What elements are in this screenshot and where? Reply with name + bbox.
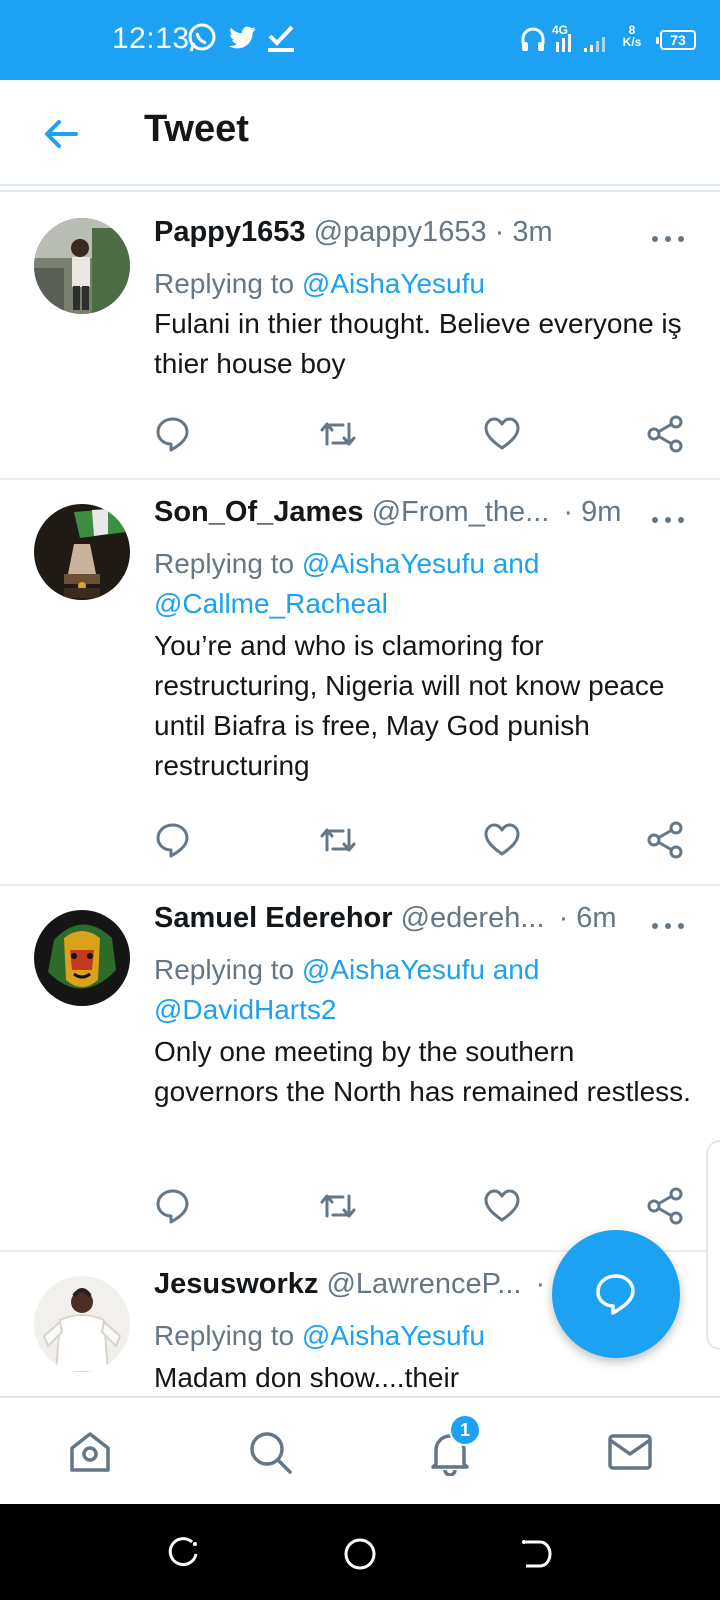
system-navigation-bar: [0, 1504, 720, 1600]
scroll-handle[interactable]: [706, 1140, 720, 1350]
replying-to: Replying to @AishaYesufu and @DavidHarts…: [154, 950, 539, 1030]
avatar[interactable]: [34, 1276, 130, 1372]
retweet-icon[interactable]: [318, 414, 358, 454]
reply-tweet[interactable]: Pappy1653 @pappy1653 · 3m Replying to @A…: [0, 192, 720, 480]
home-button-icon[interactable]: [342, 1536, 378, 1572]
retweet-icon[interactable]: [318, 1186, 358, 1226]
replying-label: Replying to: [154, 268, 302, 299]
tweet-header: Pappy1653 @pappy1653 · 3m: [154, 216, 553, 249]
speed-readout: 8 K/s: [620, 24, 644, 48]
display-name[interactable]: Pappy1653: [154, 216, 306, 248]
battery-icon: 73: [656, 30, 696, 50]
tweet-actions: [0, 1186, 720, 1226]
avatar[interactable]: [34, 910, 130, 1006]
tweet-text: Only one meeting by the southern governo…: [154, 1036, 691, 1107]
tweet-header: Jesusworkz @LawrenceP... · 2: [154, 1268, 569, 1301]
mention-link[interactable]: @DavidHarts2: [154, 994, 336, 1025]
recent-apps-icon[interactable]: [166, 1536, 202, 1572]
signal-icon: [554, 34, 614, 57]
timestamp: · 9m: [563, 496, 622, 528]
display-name[interactable]: Samuel Ederehor: [154, 902, 393, 934]
replying-label: Replying to: [154, 954, 302, 985]
like-icon[interactable]: [482, 1186, 522, 1226]
mention-link[interactable]: @AishaYesufu and: [302, 954, 540, 985]
replying-label: Replying to: [154, 1320, 302, 1351]
avatar[interactable]: [34, 504, 130, 600]
mention-link[interactable]: @AishaYesufu: [302, 268, 485, 299]
share-icon[interactable]: [646, 820, 686, 860]
messages-icon[interactable]: [606, 1428, 654, 1476]
timestamp: · 3m: [494, 216, 553, 248]
more-options-icon[interactable]: [650, 510, 686, 530]
back-button-icon[interactable]: [518, 1536, 554, 1572]
twitter-icon: [226, 22, 258, 59]
username[interactable]: @pappy1653: [314, 216, 487, 248]
tweet-actions: [0, 414, 720, 454]
reply-icon[interactable]: [153, 820, 193, 860]
share-icon[interactable]: [646, 1186, 686, 1226]
tweet-header: Son_Of_James @From_the... · 9m: [154, 496, 621, 529]
retweet-icon[interactable]: [318, 820, 358, 860]
avatar[interactable]: [34, 218, 130, 314]
username[interactable]: @LawrenceP...: [326, 1268, 521, 1300]
check-icon: [266, 22, 296, 59]
like-icon[interactable]: [482, 414, 522, 454]
whatsapp-icon: [186, 22, 218, 59]
page-title: Tweet: [144, 108, 249, 150]
share-icon[interactable]: [646, 414, 686, 454]
reply-icon[interactable]: [153, 414, 193, 454]
notification-badge: 1: [449, 1414, 481, 1446]
reply-fab-button[interactable]: [552, 1230, 680, 1358]
reply-tweet[interactable]: Son_Of_James @From_the... · 9m Replying …: [0, 480, 720, 886]
tweet-text: Fulani in thier thought. Believe everyon…: [154, 308, 682, 379]
tweet-text: You’re and who is clamoring for restruct…: [154, 630, 665, 781]
home-icon[interactable]: [66, 1428, 114, 1476]
replying-to: Replying to @AishaYesufu: [154, 264, 485, 304]
replying-to: Replying to @AishaYesufu and @Callme_Rac…: [154, 544, 539, 624]
top-bar: Tweet: [0, 80, 720, 186]
tweet-header: Samuel Ederehor @edereh... · 6m: [154, 902, 617, 935]
username[interactable]: @edereh...: [401, 902, 545, 934]
status-time: 12:13: [112, 22, 190, 55]
mention-link[interactable]: @AishaYesufu: [302, 1320, 485, 1351]
search-icon[interactable]: [246, 1428, 294, 1476]
tweet-text: Madam don show....their: [154, 1362, 460, 1393]
more-options-icon[interactable]: [650, 916, 686, 936]
headset-icon: [520, 26, 546, 59]
tweet-actions: [0, 820, 720, 860]
like-icon[interactable]: [482, 820, 522, 860]
reply-icon: [596, 1274, 635, 1315]
timestamp: · 6m: [558, 902, 617, 934]
display-name[interactable]: Son_Of_James: [154, 496, 364, 528]
reply-icon[interactable]: [153, 1186, 193, 1226]
status-bar: 12:13 4G 8 K/s 73: [0, 0, 720, 80]
more-options-icon[interactable]: [650, 229, 686, 249]
username[interactable]: @From_the...: [372, 496, 550, 528]
speed-unit: K/s: [622, 35, 642, 49]
replying-label: Replying to: [154, 548, 302, 579]
reply-tweet[interactable]: Samuel Ederehor @edereh... · 6m Replying…: [0, 886, 720, 1252]
mention-link[interactable]: @Callme_Racheal: [154, 588, 388, 619]
mention-link[interactable]: @AishaYesufu and: [302, 548, 540, 579]
replying-to: Replying to @AishaYesufu: [154, 1316, 485, 1356]
display-name[interactable]: Jesusworkz: [154, 1268, 318, 1300]
back-arrow-icon[interactable]: [40, 112, 84, 156]
bottom-navigation: [0, 1396, 720, 1504]
